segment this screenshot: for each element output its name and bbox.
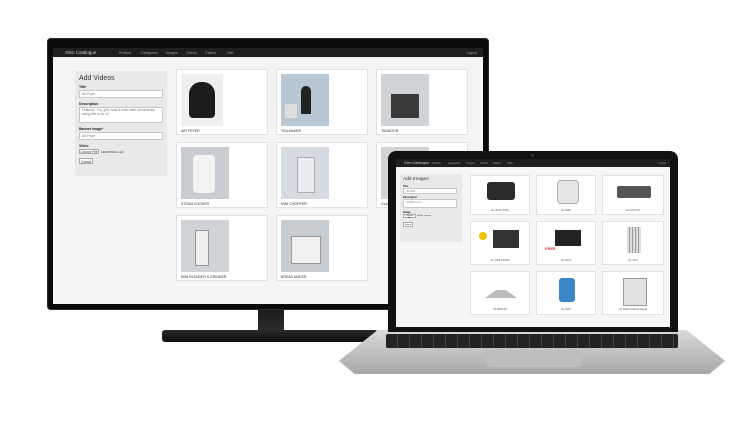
- image-card[interactable]: GL 3051: [536, 271, 596, 315]
- video-title: Mini Blender & Grinder: [181, 275, 227, 279]
- offer-badge: FREE: [545, 246, 556, 251]
- choose-file-button[interactable]: Choose File: [79, 149, 99, 154]
- video-card[interactable]: Steam Cooker: [176, 142, 268, 208]
- file-name: No file chosen: [417, 214, 431, 217]
- navbar: Glen Catalogue Product Categories Images…: [53, 48, 483, 57]
- form-heading: Add Images: [403, 177, 429, 182]
- image-caption: GL 5045 Cooking Range: [618, 308, 648, 311]
- image-card[interactable]: FREE GL 3073: [536, 221, 596, 265]
- video-card[interactable]: Tandoor: [376, 69, 468, 135]
- image-caption: GL 3051: [561, 308, 571, 311]
- monitor-stand-base: [162, 330, 378, 342]
- laptop-screen: Glen Catalogue Product Categories Images…: [396, 159, 670, 327]
- navbar: Glen Catalogue Product Categories Images…: [396, 159, 670, 167]
- video-card[interactable]: Mini Chopper: [276, 142, 368, 208]
- image-card[interactable]: GL 6051 SS: [470, 271, 530, 315]
- webcam-icon: [531, 154, 534, 157]
- description-textarea[interactable]: GL3034 3 in 1: [403, 199, 457, 208]
- add-images-form: Add Images Title GL 3034 Description GL3…: [400, 174, 462, 242]
- title-label: Title: [79, 85, 87, 89]
- nav-images[interactable]: Images: [466, 162, 475, 165]
- title-input[interactable]: GL 3034: [403, 188, 457, 194]
- video-thumbnail: [281, 147, 329, 199]
- nav-offer[interactable]: Offer: [507, 162, 513, 165]
- video-thumbnail: [381, 74, 429, 126]
- video-title: Mini Chopper: [281, 202, 307, 206]
- video-thumbnail: [181, 74, 223, 126]
- image-card[interactable]: GL 3025 OFFER: [470, 221, 530, 265]
- description-label: Description: [79, 102, 99, 106]
- banner-label: Banner Image*: [79, 127, 104, 131]
- image-card[interactable]: GL 3034 (3IN1): [470, 175, 530, 215]
- video-label: Video: [79, 144, 89, 148]
- video-thumbnail: [181, 147, 229, 199]
- nav-gallery[interactable]: Gallery: [493, 162, 501, 165]
- video-title: Tandoor: [381, 129, 399, 133]
- nav-videos[interactable]: Videos: [480, 162, 488, 165]
- video-title: Tea Maker: [281, 129, 302, 133]
- laptop-trackpad: [486, 351, 582, 367]
- choose-file-button[interactable]: Choose File: [403, 214, 416, 219]
- image-caption: GL 6051 SS: [492, 308, 508, 311]
- nav-product[interactable]: Product: [432, 162, 441, 165]
- laptop-keyboard: [386, 334, 678, 348]
- video-thumbnail: [181, 220, 229, 272]
- logout-link[interactable]: Logout: [466, 51, 477, 55]
- nav-gallery[interactable]: Gallery: [205, 51, 216, 55]
- image-caption: GL 7011: [628, 259, 638, 262]
- video-card[interactable]: Bread Maker: [276, 215, 368, 281]
- monitor-stand-neck: [258, 310, 284, 332]
- submit-button[interactable]: Submit: [403, 222, 413, 227]
- banner-input[interactable]: Air Fryer: [79, 132, 163, 140]
- nav-offer[interactable]: Offer: [226, 51, 234, 55]
- file-name: 1461PPRiA.mp4: [101, 149, 124, 154]
- laptop-lid: Glen Catalogue Product Categories Images…: [388, 151, 678, 332]
- video-card[interactable]: Tea Maker: [276, 69, 368, 135]
- image-card[interactable]: GL 7011: [602, 221, 664, 265]
- title-input[interactable]: Air Fryer: [79, 90, 163, 98]
- image-caption: GL 3073: [561, 259, 571, 262]
- image-caption: GL 3034 (3IN1): [491, 209, 509, 212]
- nav-categories[interactable]: Categories: [141, 51, 158, 55]
- video-title: Steam Cooker: [181, 202, 210, 206]
- video-thumbnail: [281, 220, 329, 272]
- video-title: Air Fryer: [181, 129, 200, 133]
- description-textarea[interactable]: Features: -Fry, grill, roast & oven bake…: [79, 107, 163, 123]
- brand-logo[interactable]: Glen Catalogue: [404, 161, 429, 165]
- logout-link[interactable]: Logout: [658, 162, 666, 165]
- video-card[interactable]: Air Fryer: [176, 69, 268, 135]
- nav-categories[interactable]: Categories: [448, 162, 461, 165]
- video-title: Bread Maker: [281, 275, 307, 279]
- add-videos-form: Add Videos Title Air Fryer Description F…: [75, 71, 167, 176]
- brand-logo[interactable]: Glen Catalogue: [65, 50, 96, 55]
- image-caption: GL 3025 OFFER: [490, 259, 510, 262]
- video-card[interactable]: Mini Blender & Grinder: [176, 215, 268, 281]
- image-caption: GL 1073 SS: [625, 209, 641, 212]
- image-card[interactable]: GL 3050: [536, 175, 596, 215]
- nav-videos[interactable]: Videos: [186, 51, 197, 55]
- nav-product[interactable]: Product: [119, 51, 131, 55]
- form-heading: Add Videos: [79, 75, 115, 82]
- nav-images[interactable]: Images: [166, 51, 177, 55]
- image-card[interactable]: GL 1073 SS: [602, 175, 664, 215]
- video-thumbnail: [281, 74, 329, 126]
- image-caption: GL 3050: [561, 209, 571, 212]
- submit-button[interactable]: Submit: [79, 158, 93, 164]
- image-card[interactable]: GL 5045 Cooking Range: [602, 271, 664, 315]
